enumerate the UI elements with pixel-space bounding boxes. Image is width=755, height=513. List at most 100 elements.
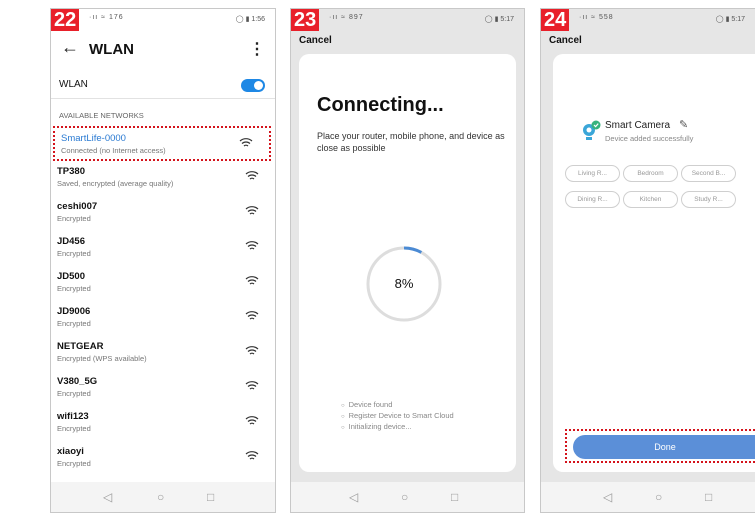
app-bar: ← WLAN ⋮	[51, 35, 275, 65]
step-badge: 22	[51, 9, 80, 31]
room-chip[interactable]: Second B...	[681, 165, 736, 182]
wifi-locked-icon	[245, 416, 259, 425]
signal-status: ·ıı ≈ 897	[329, 14, 364, 21]
network-name: JD456	[57, 236, 85, 247]
connecting-description: Place your router, mobile phone, and dev…	[317, 131, 505, 153]
recent-square-icon[interactable]: □	[207, 490, 214, 504]
step-badge: 24	[541, 9, 570, 31]
signal-status: ·ıı ≈ 176	[89, 14, 124, 21]
wifi-locked-icon	[245, 381, 259, 390]
step-item: Register Device to Smart Cloud	[341, 411, 454, 422]
network-list: SmartLife-0000 Connected (no Internet ac…	[51, 126, 275, 476]
network-name: wifi123	[57, 411, 89, 422]
device-name: Smart Camera	[605, 120, 671, 131]
home-circle-icon[interactable]: ○	[157, 490, 164, 504]
edit-pencil-icon[interactable]: ✎	[679, 118, 688, 131]
network-status: Encrypted	[57, 389, 91, 398]
connecting-card: Connecting... Place your router, mobile …	[299, 54, 516, 472]
network-name: TP380	[57, 166, 85, 177]
room-chip[interactable]: Living R...	[565, 165, 620, 182]
wifi-locked-icon	[245, 206, 259, 215]
network-name: NETGEAR	[57, 341, 104, 352]
room-chip[interactable]: Kitchen	[623, 191, 678, 208]
device-added-card: Smart Camera ✎ Device added successfully…	[553, 54, 755, 472]
connecting-title: Connecting...	[317, 94, 444, 116]
clock-status: ◯ ▮ 5:17	[715, 16, 745, 23]
wifi-locked-icon	[245, 451, 259, 460]
network-item[interactable]: NETGEAR Encrypted (WPS available)	[51, 336, 275, 371]
more-options-icon[interactable]: ⋮	[249, 39, 265, 59]
network-item[interactable]: xiaoyi Encrypted	[51, 441, 275, 476]
cancel-button[interactable]: Cancel	[299, 35, 332, 46]
network-name: JD9006	[57, 306, 91, 317]
wifi-locked-icon	[245, 276, 259, 285]
wifi-locked-icon	[239, 138, 253, 147]
back-triangle-icon[interactable]: ◁	[103, 490, 112, 504]
wifi-locked-icon	[245, 346, 259, 355]
recent-square-icon[interactable]: □	[705, 490, 712, 504]
recent-square-icon[interactable]: □	[451, 490, 458, 504]
network-status: Encrypted	[57, 424, 91, 433]
network-item[interactable]: ceshi007 Encrypted	[51, 196, 275, 231]
network-status: Connected (no Internet access)	[61, 146, 166, 155]
network-item[interactable]: JD500 Encrypted	[51, 266, 275, 301]
device-added-screen: 24 ·ıı ≈ 558 ◯ ▮ 5:17 Cancel Smart Camer…	[540, 8, 755, 513]
room-chip[interactable]: Dining R...	[565, 191, 620, 208]
room-chip[interactable]: Bedroom	[623, 165, 678, 182]
toggle-knob	[254, 81, 263, 90]
step-item: Device found	[341, 400, 454, 411]
network-item[interactable]: V380_5G Encrypted	[51, 371, 275, 406]
wlan-toggle-switch[interactable]	[241, 79, 265, 92]
back-triangle-icon[interactable]: ◁	[349, 490, 358, 504]
status-bar: ·ıı ≈ 897 ◯ ▮ 5:17	[291, 9, 524, 31]
network-status: Encrypted (WPS available)	[57, 354, 147, 363]
connection-steps: Device found Register Device to Smart Cl…	[341, 400, 454, 433]
clock-status: ◯ ▮ 5:17	[484, 16, 514, 23]
done-highlight: Done	[565, 429, 755, 463]
network-status: Encrypted	[57, 284, 91, 293]
home-circle-icon[interactable]: ○	[655, 490, 662, 504]
network-name: xiaoyi	[57, 446, 84, 457]
wlan-toggle-label: WLAN	[59, 79, 88, 90]
nav-bar: ◁ ○ □	[541, 482, 755, 512]
signal-status: ·ıı ≈ 558	[579, 14, 614, 21]
wifi-locked-icon	[245, 241, 259, 250]
network-name: SmartLife-0000	[61, 133, 126, 144]
network-status: Encrypted	[57, 214, 91, 223]
back-arrow-icon[interactable]: ←	[61, 37, 79, 58]
connecting-screen: 23 ·ıı ≈ 897 ◯ ▮ 5:17 Cancel Connecting.…	[290, 8, 525, 513]
network-status: Encrypted	[57, 319, 91, 328]
step-badge: 23	[291, 9, 320, 31]
status-bar: ·ıı ≈ 176 ◯ ▮ 1:56	[51, 9, 275, 31]
camera-device-icon	[583, 120, 601, 140]
section-header: AVAILABLE NETWORKS	[59, 111, 144, 120]
page-title: WLAN	[89, 41, 134, 58]
device-status: Device added successfully	[605, 134, 694, 143]
network-item[interactable]: JD456 Encrypted	[51, 231, 275, 266]
home-circle-icon[interactable]: ○	[401, 490, 408, 504]
network-name: JD500	[57, 271, 85, 282]
network-status: Encrypted	[57, 459, 91, 468]
network-item-smartlife[interactable]: SmartLife-0000 Connected (no Internet ac…	[53, 126, 271, 161]
wifi-locked-icon	[245, 171, 259, 180]
network-item[interactable]: TP380 Saved, encrypted (average quality)	[51, 161, 275, 196]
network-item[interactable]: JD9006 Encrypted	[51, 301, 275, 336]
back-triangle-icon[interactable]: ◁	[603, 490, 612, 504]
network-name: ceshi007	[57, 201, 98, 212]
cancel-button[interactable]: Cancel	[549, 35, 582, 46]
done-button[interactable]: Done	[573, 435, 755, 459]
network-name: V380_5G	[57, 376, 98, 387]
step-item: Initializing device...	[341, 422, 454, 433]
nav-bar: ◁ ○ □	[291, 482, 524, 512]
room-chip[interactable]: Study R...	[681, 191, 736, 208]
status-bar: ·ıı ≈ 558 ◯ ▮ 5:17	[541, 9, 755, 31]
network-status: Saved, encrypted (average quality)	[57, 179, 174, 188]
clock-status: ◯ ▮ 1:56	[235, 16, 265, 23]
wlan-screen: 22 ·ıı ≈ 176 ◯ ▮ 1:56 ← WLAN ⋮ WLAN AVAI…	[50, 8, 276, 513]
network-status: Encrypted	[57, 249, 91, 258]
wifi-locked-icon	[245, 311, 259, 320]
room-selector: Living R... Bedroom Second B... Dining R...…	[565, 162, 755, 214]
tutorial-screenshots: 22 ·ıı ≈ 176 ◯ ▮ 1:56 ← WLAN ⋮ WLAN AVAI…	[0, 0, 755, 513]
network-item[interactable]: wifi123 Encrypted	[51, 406, 275, 441]
wlan-toggle-row[interactable]: WLAN	[51, 71, 275, 99]
